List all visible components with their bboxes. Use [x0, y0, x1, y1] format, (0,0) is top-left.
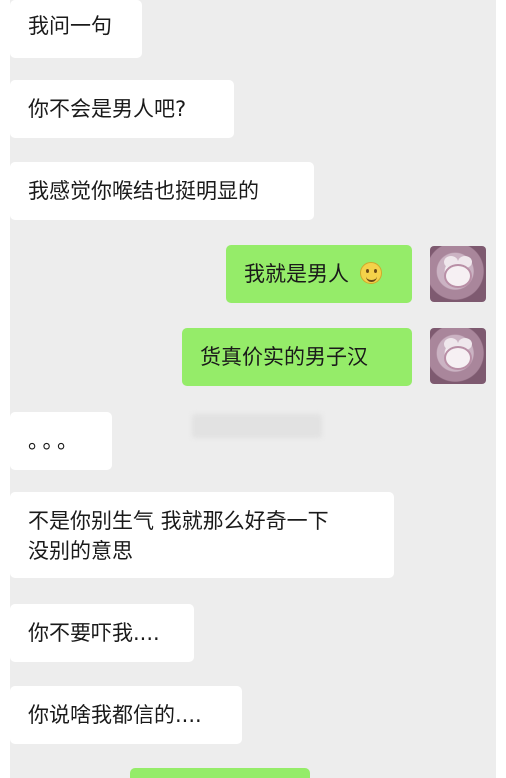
message-text: 货真价实的男子汉 — [200, 345, 368, 369]
message-text: 你说啥我都信的.... — [28, 703, 202, 727]
smile-emoji-icon — [359, 262, 382, 284]
message-outgoing[interactable]: 货真价实的男子汉 — [182, 328, 412, 386]
message-outgoing-partial[interactable] — [130, 768, 310, 778]
chat-area: 我问一句 你不会是男人吧? 我感觉你喉结也挺明显的 我就是男人 货真价实的男子汉… — [10, 0, 496, 778]
message-incoming[interactable]: 不是你别生气 我就那么好奇一下 没别的意思 — [10, 492, 394, 578]
message-text: 我感觉你喉结也挺明显的 — [28, 179, 259, 203]
message-incoming[interactable]: 我感觉你喉结也挺明显的 — [10, 162, 314, 220]
message-text: 我就是男人 — [244, 262, 349, 286]
message-text: 。。。 — [28, 429, 82, 453]
redacted-timestamp — [192, 414, 322, 438]
message-text: 你不会是男人吧? — [28, 97, 187, 121]
message-text-line-2: 没别的意思 — [28, 539, 133, 563]
self-avatar[interactable] — [430, 246, 486, 302]
message-text: 我问一句 — [28, 14, 112, 38]
message-incoming[interactable]: 你不要吓我.... — [10, 604, 194, 662]
message-incoming[interactable]: 。。。 — [10, 412, 112, 470]
message-incoming[interactable]: 我问一句 — [10, 0, 142, 58]
message-incoming[interactable]: 你不会是男人吧? — [10, 80, 234, 138]
message-text-line-1: 不是你别生气 我就那么好奇一下 — [28, 509, 329, 533]
self-avatar[interactable] — [430, 328, 486, 384]
message-incoming[interactable]: 你说啥我都信的.... — [10, 686, 242, 744]
message-outgoing[interactable]: 我就是男人 — [226, 245, 412, 303]
message-text: 你不要吓我.... — [28, 621, 160, 645]
